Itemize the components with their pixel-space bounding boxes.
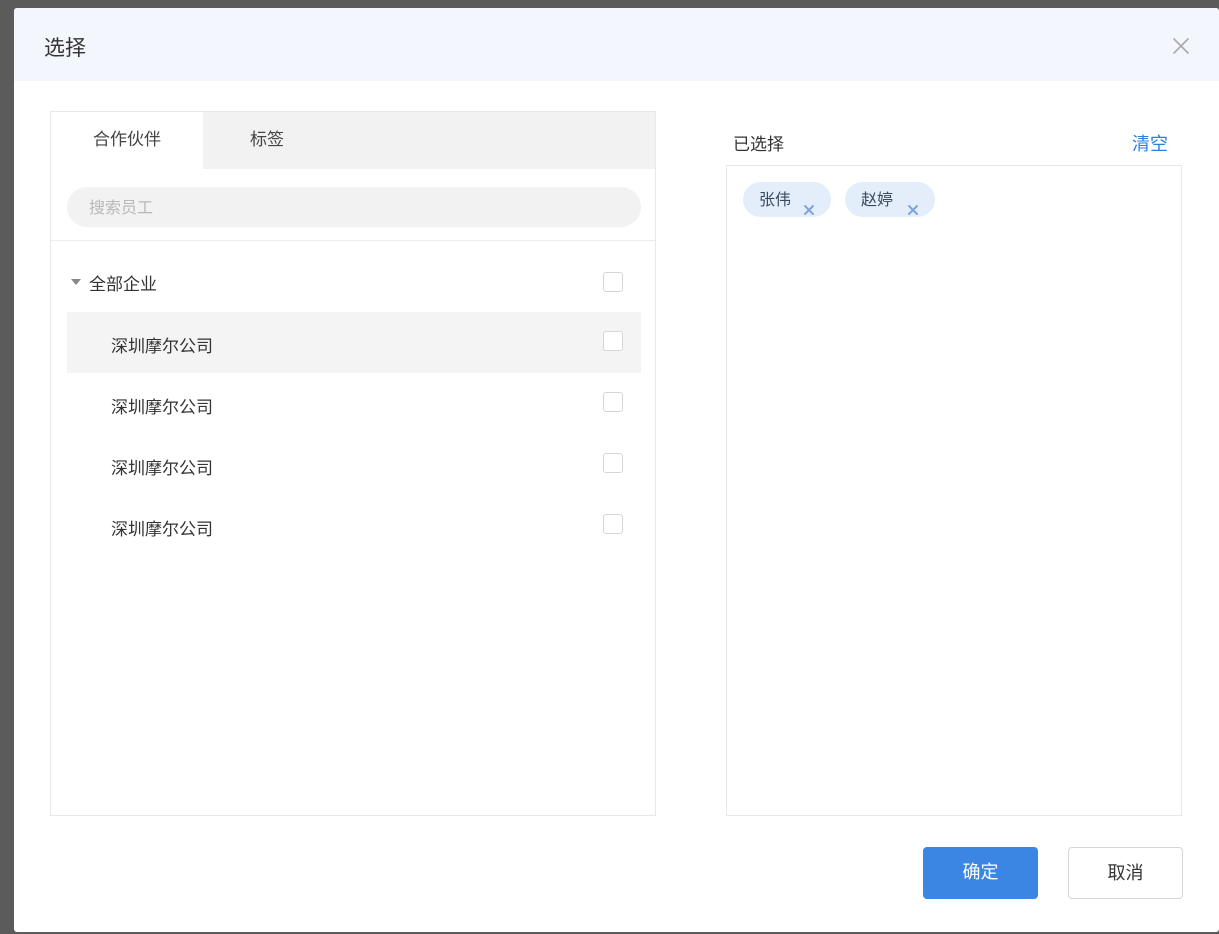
close-icon[interactable] (1171, 36, 1191, 56)
tab-tags[interactable]: 标签 (203, 112, 331, 169)
tree-item[interactable]: 深圳摩尔公司 (67, 373, 641, 434)
close-icon[interactable] (803, 193, 815, 215)
tree-item-label: 深圳摩尔公司 (111, 337, 213, 357)
selected-chip: 赵婷 (845, 182, 935, 217)
tree-root-label: 全部企业 (89, 275, 157, 295)
dialog-title: 选择 (44, 36, 86, 60)
tree-item[interactable]: 深圳摩尔公司 (67, 434, 641, 495)
selected-chip: 张伟 (743, 182, 831, 217)
tree-item[interactable]: 深圳摩尔公司 (67, 312, 641, 373)
clear-button[interactable]: 清空 (1132, 130, 1168, 156)
cancel-button[interactable]: 取消 (1068, 847, 1183, 899)
tree-item-label: 深圳摩尔公司 (111, 398, 213, 418)
select-dialog: 选择 合作伙伴 标签 全部企业 深圳摩尔公司 (14, 8, 1219, 932)
tree-item-checkbox[interactable] (603, 453, 623, 473)
tree-item-checkbox[interactable] (603, 514, 623, 534)
chip-label: 张伟 (759, 190, 792, 209)
selected-title: 已选择 (733, 135, 784, 155)
search-input[interactable] (67, 187, 641, 227)
source-panel: 合作伙伴 标签 全部企业 深圳摩尔公司 深圳摩尔公司 深圳摩尔公司 (50, 111, 656, 816)
selected-panel: 张伟 赵婷 (726, 165, 1182, 816)
close-icon[interactable] (907, 193, 919, 215)
tree-item-label: 深圳摩尔公司 (111, 459, 213, 479)
tree-item[interactable]: 深圳摩尔公司 (67, 495, 641, 556)
tree-root-checkbox[interactable] (603, 272, 623, 292)
confirm-button[interactable]: 确定 (923, 847, 1038, 899)
search-area (51, 169, 655, 241)
tree-root-row[interactable]: 全部企业 (67, 254, 641, 310)
tree-item-checkbox[interactable] (603, 331, 623, 351)
tree-item-label: 深圳摩尔公司 (111, 520, 213, 540)
tab-partners[interactable]: 合作伙伴 (51, 112, 203, 169)
tab-bar: 合作伙伴 标签 (51, 112, 655, 169)
chip-label: 赵婷 (861, 190, 894, 209)
caret-down-icon[interactable] (71, 279, 81, 285)
tree-item-checkbox[interactable] (603, 392, 623, 412)
dialog-header: 选择 (14, 8, 1219, 81)
screen-frame: 选择 合作伙伴 标签 全部企业 深圳摩尔公司 (0, 0, 1219, 934)
